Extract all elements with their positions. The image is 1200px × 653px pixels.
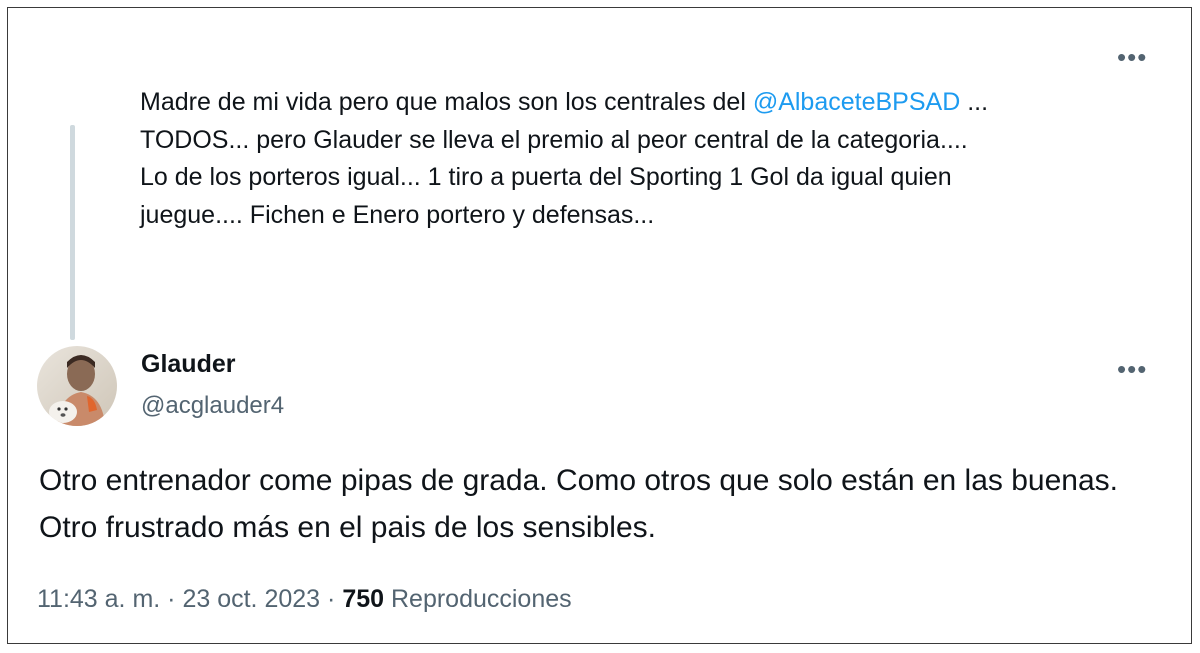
tweet-time[interactable]: 11:43 a. m.: [37, 585, 160, 613]
more-options-icon[interactable]: •••: [1117, 44, 1147, 70]
tweet-meta: 11:43 a. m. · 23 oct. 2023 · 750 Reprodu…: [37, 585, 572, 614]
meta-separator: ·: [167, 585, 176, 613]
tweet-date[interactable]: 23 oct. 2023: [182, 585, 320, 613]
tweet-body: Otro entrenador come pipas de grada. Com…: [39, 464, 1118, 544]
meta-separator: ·: [327, 585, 336, 613]
display-name[interactable]: Glauder: [141, 350, 235, 379]
mention-link[interactable]: @AlbaceteBPSAD: [753, 88, 960, 116]
avatar[interactable]: [37, 346, 117, 426]
quoted-tweet-text: Madre de mi vida pero que malos son los …: [140, 84, 1150, 234]
quoted-text-start: Madre de mi vida pero que malos son los …: [140, 88, 753, 116]
more-options-icon[interactable]: •••: [1117, 356, 1147, 382]
avatar-photo: [37, 346, 117, 426]
thread-connector-line: [70, 125, 75, 340]
views-label[interactable]: Reproducciones: [391, 585, 572, 613]
views-count[interactable]: 750: [342, 585, 384, 613]
user-handle[interactable]: @acglauder4: [141, 392, 284, 420]
